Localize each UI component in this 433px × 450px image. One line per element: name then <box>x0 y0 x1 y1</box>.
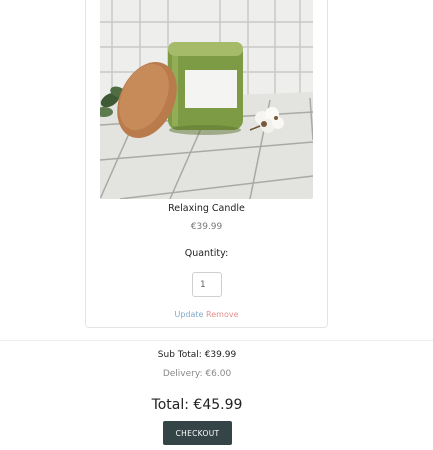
update-link[interactable]: Update <box>175 310 204 319</box>
bag-page: Relaxing Candle €39.99 Quantity: Update … <box>0 0 433 450</box>
quantity-input[interactable] <box>192 272 222 297</box>
product-image <box>100 0 313 199</box>
quantity-label: Quantity: <box>184 248 229 259</box>
divider <box>0 340 433 341</box>
remove-link[interactable]: Remove <box>206 310 238 319</box>
total-text: Total: €45.99 <box>151 397 243 413</box>
product-name: Relaxing Candle <box>168 203 245 214</box>
checkout-button[interactable]: CHECKOUT <box>163 421 232 445</box>
delivery-text: Delivery: €6.00 <box>162 369 232 379</box>
product-price: €39.99 <box>190 222 223 232</box>
item-actions: Update Remove <box>85 310 328 319</box>
subtotal-text: Sub Total: €39.99 <box>157 350 237 360</box>
